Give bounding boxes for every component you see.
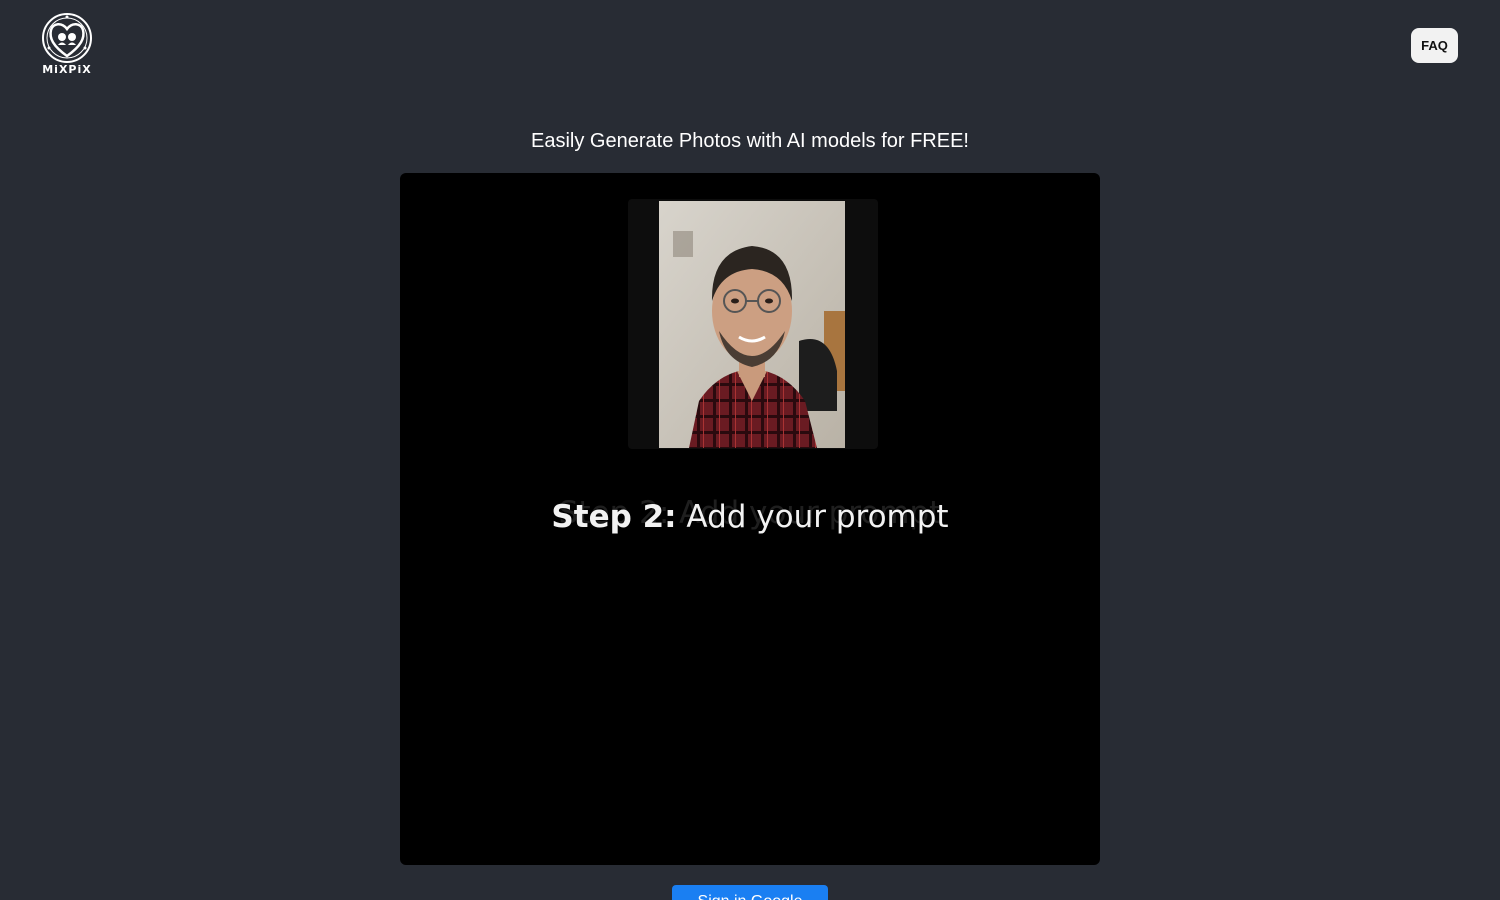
logo-text: MiXPiX	[42, 63, 92, 76]
sample-portrait-photo	[659, 201, 845, 448]
caption-step: Step 2:	[551, 499, 677, 535]
heart-emblem-icon	[42, 13, 92, 63]
page-title: Easily Generate Photos with AI models fo…	[531, 130, 969, 152]
caption-text: Add your prompt	[676, 499, 949, 535]
page: MiXPiX FAQ Easily Generate Photos with A…	[0, 0, 1500, 900]
sign-in-google-button[interactable]: Sign in Google	[672, 885, 828, 900]
video-caption: Step 2: Add your prompt	[400, 499, 1100, 535]
tutorial-video[interactable]: Step 2: Add your prompt Step 2: Add your…	[400, 173, 1100, 865]
faq-button[interactable]: FAQ	[1411, 28, 1458, 63]
logo[interactable]: MiXPiX	[38, 12, 96, 78]
